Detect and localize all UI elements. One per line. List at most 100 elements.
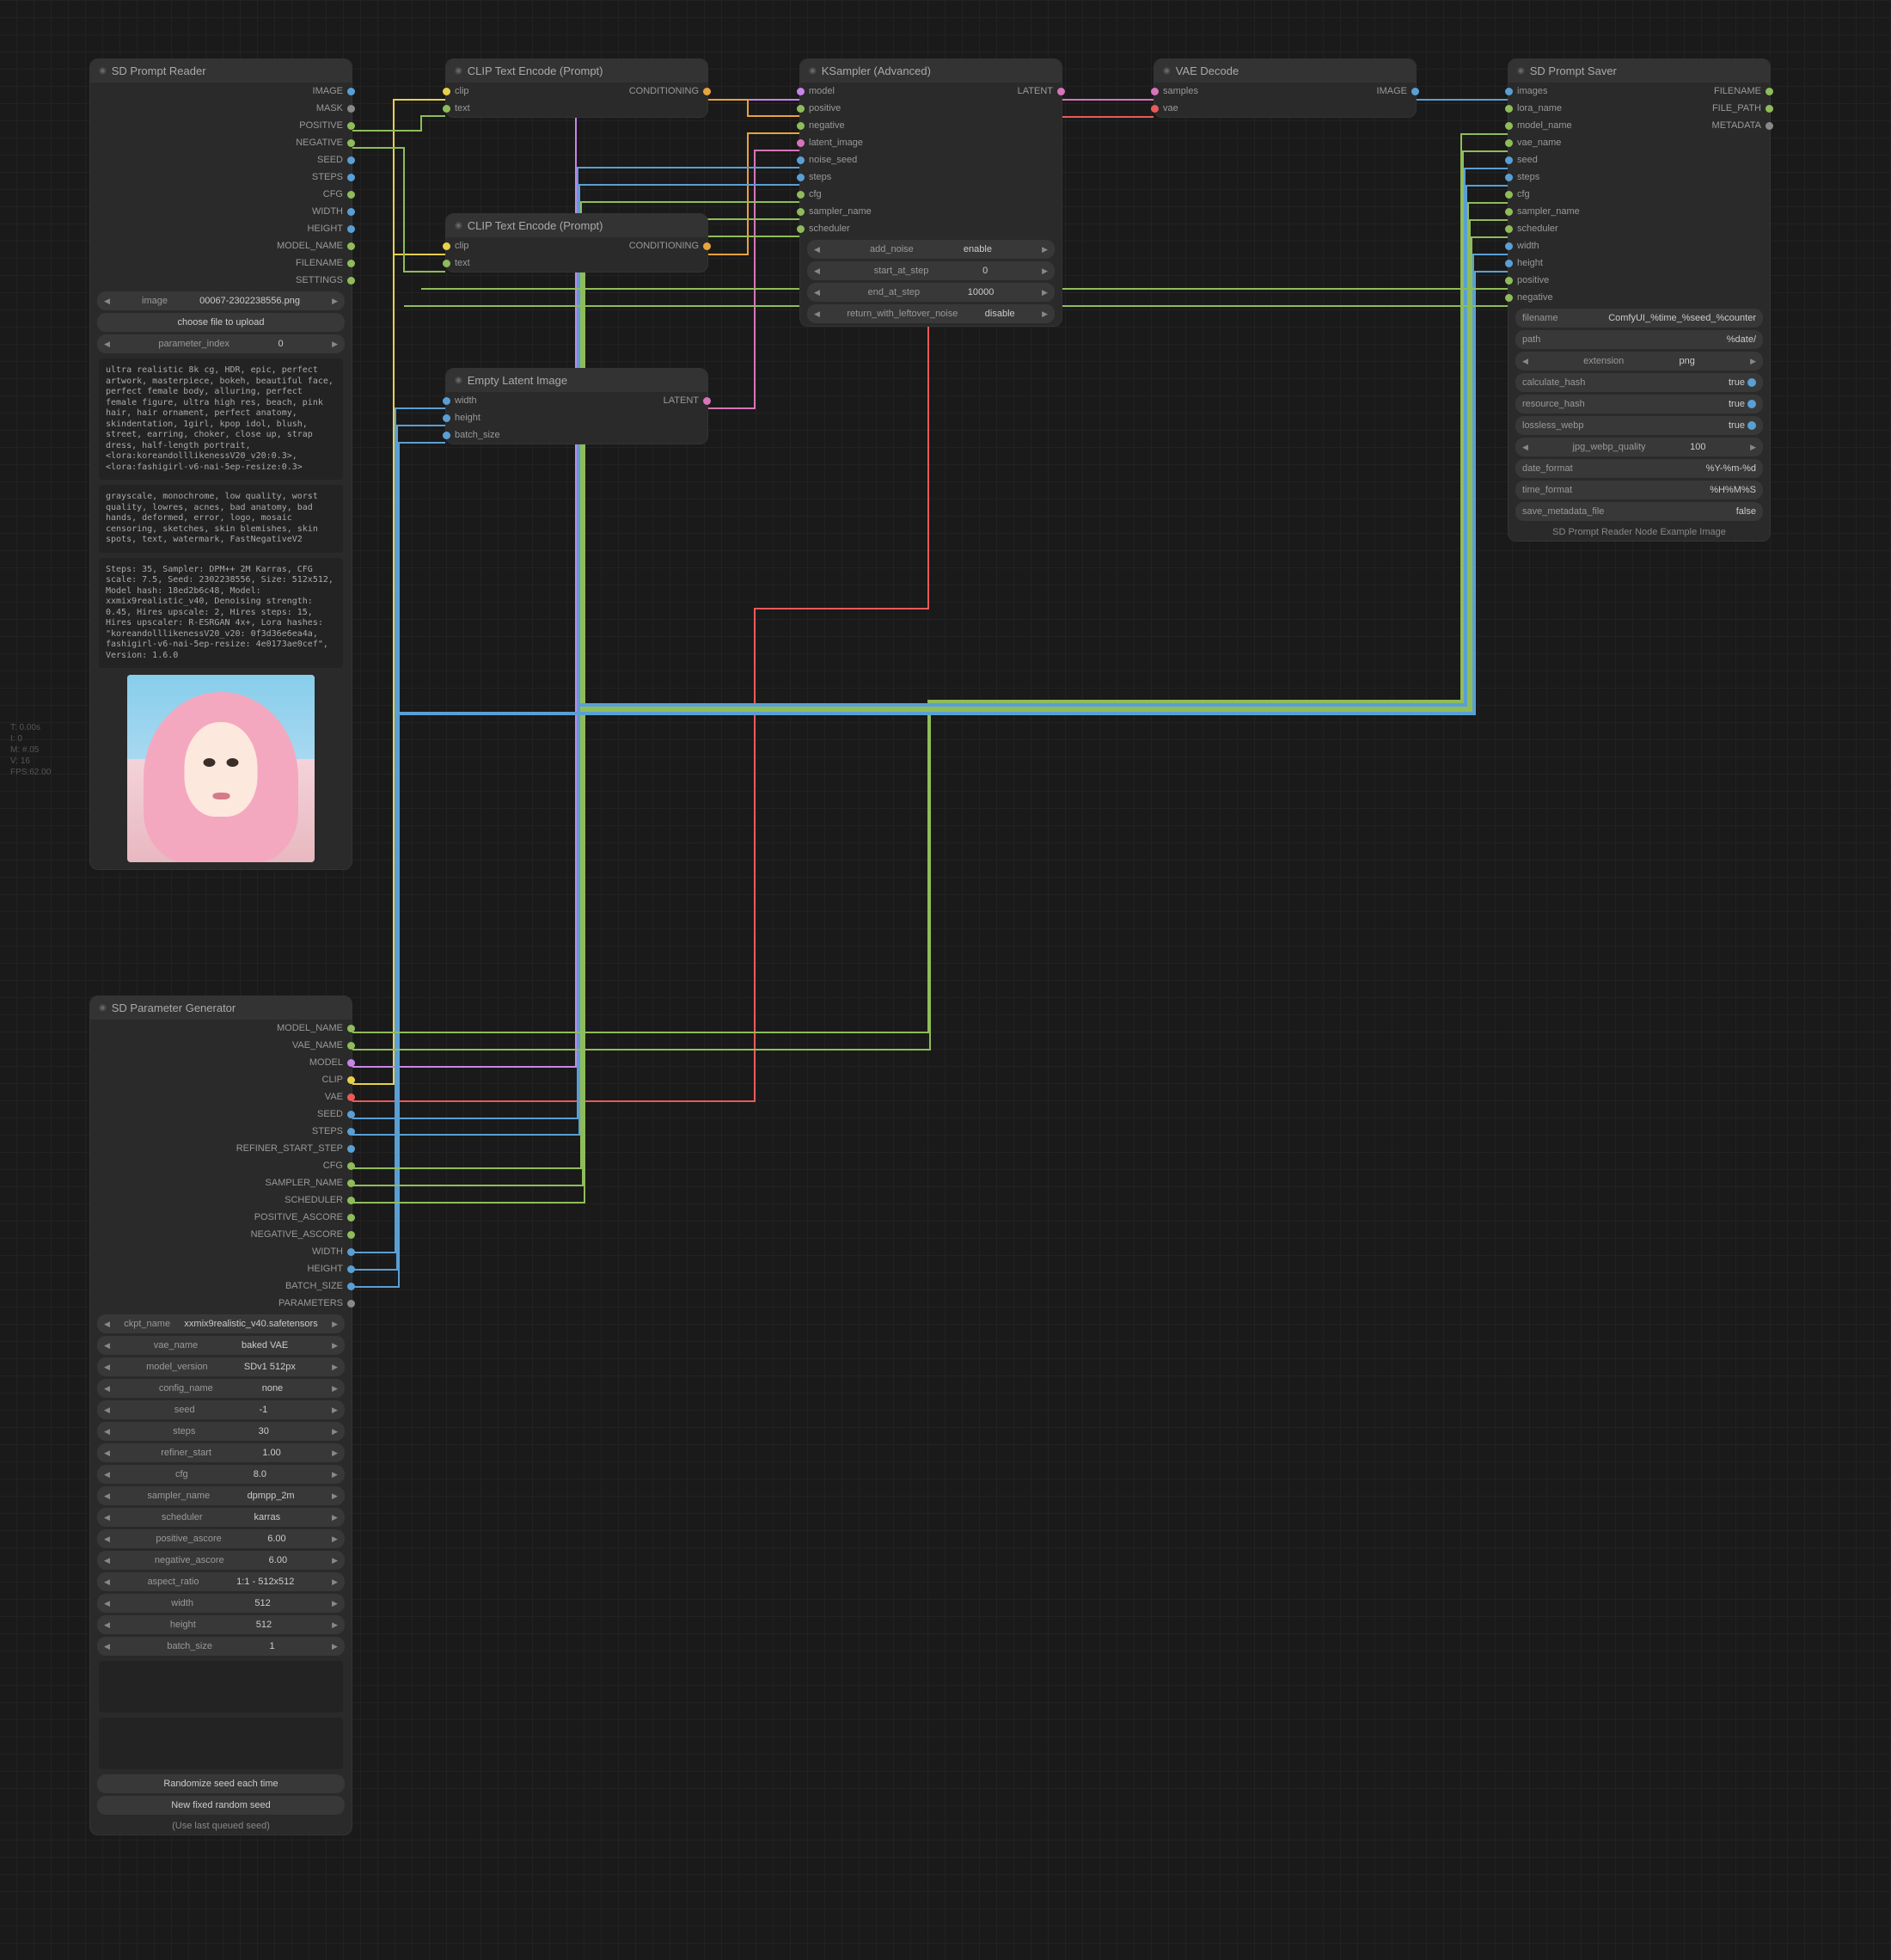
port-text: text [446,100,577,117]
widget-add-noise[interactable]: ◀add_noiseenable▶ [807,240,1055,259]
arrow-right-icon[interactable]: ▶ [332,1363,338,1372]
arrow-left-icon[interactable]: ◀ [104,1470,110,1479]
widget-save-metadata-file[interactable]: save_metadata_filefalse [1515,502,1763,521]
upload-button[interactable]: choose file to upload [97,313,345,332]
arrow-right-icon[interactable]: ▶ [1042,309,1048,319]
arrow-right-icon[interactable]: ▶ [332,1620,338,1630]
arrow-right-icon[interactable]: ▶ [332,1642,338,1651]
port-mask: MASK [90,100,352,117]
arrow-left-icon[interactable]: ◀ [104,1363,110,1372]
port-steps: steps [1509,168,1652,186]
node-clip-text-encode-1[interactable]: CLIP Text Encode (Prompt) CONDITIONING c… [445,58,708,118]
arrow-right-icon[interactable]: ▶ [332,1384,338,1393]
widget-scheduler[interactable]: ◀schedulerkarras▶ [97,1508,345,1527]
arrow-right-icon[interactable]: ▶ [332,1556,338,1565]
port-negative: negative [800,117,957,134]
arrow-right-icon[interactable]: ▶ [1042,288,1048,297]
widget-end-at-step[interactable]: ◀end_at_step10000▶ [807,283,1055,302]
widget-ckpt-name[interactable]: ◀ckpt_namexxmix9realistic_v40.safetensor… [97,1314,345,1333]
widget-vae-name[interactable]: ◀vae_namebaked VAE▶ [97,1336,345,1355]
node-ksampler-advanced[interactable]: KSampler (Advanced) LATENT modelpositive… [799,58,1062,327]
node-sd-prompt-reader[interactable]: SD Prompt Reader IMAGEMASKPOSITIVENEGATI… [89,58,352,870]
widget-start-at-step[interactable]: ◀start_at_step0▶ [807,261,1055,280]
node-empty-latent-image[interactable]: Empty Latent Image LATENT width height b… [445,368,708,444]
widget-sampler-name[interactable]: ◀sampler_namedpmpp_2m▶ [97,1486,345,1505]
arrow-left-icon[interactable]: ◀ [814,309,820,319]
widget-batch-size[interactable]: ◀batch_size1▶ [97,1637,345,1656]
widget-cfg[interactable]: ◀cfg8.0▶ [97,1465,345,1484]
widget-extension[interactable]: ◀extensionpng▶ [1515,352,1763,371]
widget-time-format[interactable]: time_format%H%M%S [1515,481,1763,499]
widget-calculate-hash[interactable]: calculate_hashtrue [1515,373,1763,392]
arrow-left-icon[interactable]: ◀ [104,1642,110,1651]
arrow-left-icon[interactable]: ◀ [104,1534,110,1544]
widget-return-with-leftover-noise[interactable]: ◀return_with_leftover_noisedisable▶ [807,304,1055,323]
widget-aspect-ratio[interactable]: ◀aspect_ratio1:1 - 512x512▶ [97,1572,345,1591]
node-sd-prompt-saver[interactable]: SD Prompt Saver FILENAMEFILE_PATHMETADAT… [1508,58,1771,542]
arrow-right-icon[interactable]: ▶ [1042,245,1048,254]
arrow-right-icon[interactable]: ▶ [1750,443,1756,452]
widget-width[interactable]: ◀width512▶ [97,1594,345,1613]
arrow-right-icon[interactable]: ▶ [332,1534,338,1544]
widget-jpg-webp-quality[interactable]: ◀jpg_webp_quality100▶ [1515,438,1763,456]
widget-filename[interactable]: filenameComfyUI_%time_%seed_%counter [1515,309,1763,328]
arrow-right-icon[interactable]: ▶ [332,297,338,306]
widget-date-format[interactable]: date_format%Y-%m-%d [1515,459,1763,478]
arrow-left-icon[interactable]: ◀ [104,1449,110,1458]
arrow-left-icon[interactable]: ◀ [104,1320,110,1329]
widget-param-index[interactable]: ◀parameter_index0▶ [97,334,345,353]
arrow-left-icon[interactable]: ◀ [104,1341,110,1351]
widget-path[interactable]: path%date/ [1515,330,1763,349]
arrow-left-icon[interactable]: ◀ [814,288,820,297]
arrow-right-icon[interactable]: ▶ [332,1341,338,1351]
arrow-left-icon[interactable]: ◀ [104,1491,110,1501]
widget-config-name[interactable]: ◀config_namenone▶ [97,1379,345,1398]
arrow-right-icon[interactable]: ▶ [332,1577,338,1587]
widget-refiner-start[interactable]: ◀refiner_start1.00▶ [97,1443,345,1462]
arrow-right-icon[interactable]: ▶ [1042,266,1048,276]
arrow-right-icon[interactable]: ▶ [332,1406,338,1415]
port-scheduler: scheduler [1509,220,1652,237]
widget-model-version[interactable]: ◀model_versionSDv1 512px▶ [97,1357,345,1376]
node-clip-text-encode-2[interactable]: CLIP Text Encode (Prompt) CONDITIONING c… [445,213,708,273]
arrow-left-icon[interactable]: ◀ [104,1384,110,1393]
arrow-right-icon[interactable]: ▶ [332,1491,338,1501]
arrow-left-icon[interactable]: ◀ [104,297,110,306]
port-lora-name: lora_name [1509,100,1652,117]
arrow-right-icon[interactable]: ▶ [332,1449,338,1458]
arrow-right-icon[interactable]: ▶ [1750,357,1756,366]
port-latent-image: latent_image [800,134,957,151]
widget-positive-ascore[interactable]: ◀positive_ascore6.00▶ [97,1529,345,1548]
arrow-left-icon[interactable]: ◀ [104,1599,110,1608]
arrow-right-icon[interactable]: ▶ [332,1320,338,1329]
arrow-right-icon[interactable]: ▶ [332,1599,338,1608]
arrow-left-icon[interactable]: ◀ [104,1620,110,1630]
arrow-left-icon[interactable]: ◀ [104,1577,110,1587]
port-negative: negative [1509,289,1652,306]
node-vae-decode[interactable]: VAE Decode IMAGE samples vae [1154,58,1417,118]
port-cfg: cfg [800,186,957,203]
widget-steps[interactable]: ◀steps30▶ [97,1422,345,1441]
arrow-right-icon[interactable]: ▶ [332,1470,338,1479]
arrow-left-icon[interactable]: ◀ [1522,443,1528,452]
arrow-left-icon[interactable]: ◀ [814,245,820,254]
widget-image[interactable]: ◀image00067-2302238556.png▶ [97,291,345,310]
widget-seed[interactable]: ◀seed-1▶ [97,1400,345,1419]
arrow-right-icon[interactable]: ▶ [332,1427,338,1436]
new-fixed-seed-button[interactable]: New fixed random seed [97,1796,345,1815]
node-sd-parameter-generator[interactable]: SD Parameter Generator MODEL_NAMEVAE_NAM… [89,995,352,1835]
port-model-name: model_name [1509,117,1652,134]
widget-height[interactable]: ◀height512▶ [97,1615,345,1634]
widget-resource-hash[interactable]: resource_hashtrue [1515,395,1763,413]
arrow-left-icon[interactable]: ◀ [1522,357,1528,366]
arrow-left-icon[interactable]: ◀ [104,1427,110,1436]
arrow-left-icon[interactable]: ◀ [104,1406,110,1415]
arrow-right-icon[interactable]: ▶ [332,1513,338,1522]
arrow-left-icon[interactable]: ◀ [104,1556,110,1565]
widget-lossless-webp[interactable]: lossless_webptrue [1515,416,1763,435]
randomize-seed-button[interactable]: Randomize seed each time [97,1774,345,1793]
port-model: model [800,83,957,100]
widget-negative-ascore[interactable]: ◀negative_ascore6.00▶ [97,1551,345,1570]
arrow-left-icon[interactable]: ◀ [104,1513,110,1522]
arrow-left-icon[interactable]: ◀ [814,266,820,276]
